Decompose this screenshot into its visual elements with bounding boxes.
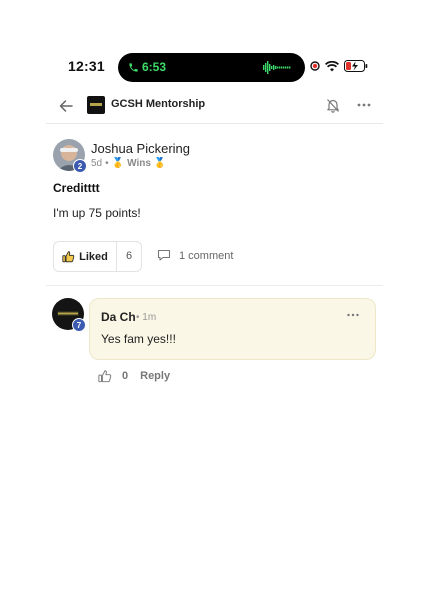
- wifi-icon: [325, 60, 339, 71]
- comment-bubble: Da Ch • 1m Yes fam yes!!!: [89, 298, 376, 360]
- call-duration: 6:53: [142, 60, 167, 74]
- comment-author-avatar[interactable]: 7: [52, 298, 86, 332]
- audio-waveform-icon: [263, 61, 291, 74]
- comment-more-options-icon[interactable]: [346, 310, 360, 320]
- post-author-name[interactable]: Joshua Pickering: [91, 141, 190, 156]
- battery-charging-icon: [344, 60, 368, 72]
- group-header: GCSH Mentorship: [46, 88, 383, 124]
- meta-separator: •: [105, 158, 109, 169]
- like-count[interactable]: 6: [117, 242, 141, 271]
- level-badge: 2: [73, 159, 87, 173]
- post-body: I'm up 75 points!: [53, 206, 141, 220]
- comments-button[interactable]: 1 comment: [157, 249, 233, 262]
- recording-indicator-icon: [310, 61, 320, 71]
- comment-bubble-icon: [157, 249, 171, 261]
- post-age: 5d: [91, 158, 103, 169]
- comment-like-count: 0: [122, 370, 129, 382]
- comment-count-label: 1 comment: [179, 249, 234, 262]
- comment-author-name[interactable]: Da Ch: [101, 310, 136, 324]
- medal-icon: 🥇: [111, 158, 125, 169]
- post-category[interactable]: Wins: [127, 158, 151, 169]
- comment-text: Yes fam yes!!!: [101, 332, 176, 346]
- medal-icon: 🥇: [153, 158, 167, 169]
- like-label: Liked: [79, 250, 108, 263]
- phone-icon: [129, 62, 138, 72]
- post-meta: 5d • 🥇 Wins 🥇: [91, 158, 166, 169]
- section-divider: [46, 285, 383, 286]
- group-logo: [87, 96, 105, 114]
- clock: 12:31: [68, 58, 105, 74]
- dynamic-island[interactable]: 6:53: [118, 53, 305, 82]
- thumbs-up-outline-icon[interactable]: [98, 369, 112, 383]
- comment-time: • 1m: [136, 312, 157, 323]
- group-name[interactable]: GCSH Mentorship: [111, 98, 205, 110]
- notification-bell-off-icon[interactable]: [325, 97, 341, 113]
- comment-actions: 0 Reply: [98, 369, 170, 383]
- like-control: Liked 6: [53, 241, 142, 272]
- like-button[interactable]: Liked: [54, 242, 117, 271]
- back-arrow-icon[interactable]: [58, 98, 74, 114]
- thumbs-up-filled-icon: [62, 251, 75, 263]
- reply-button[interactable]: Reply: [140, 370, 170, 382]
- active-call: 6:53: [128, 60, 166, 74]
- more-options-icon[interactable]: [356, 97, 372, 113]
- level-badge: 7: [72, 318, 86, 332]
- status-icons: [310, 60, 368, 72]
- post-author-avatar[interactable]: 2: [53, 139, 87, 173]
- status-bar: 12:31 6:53: [0, 48, 429, 88]
- post-title: Creditttt: [53, 181, 100, 195]
